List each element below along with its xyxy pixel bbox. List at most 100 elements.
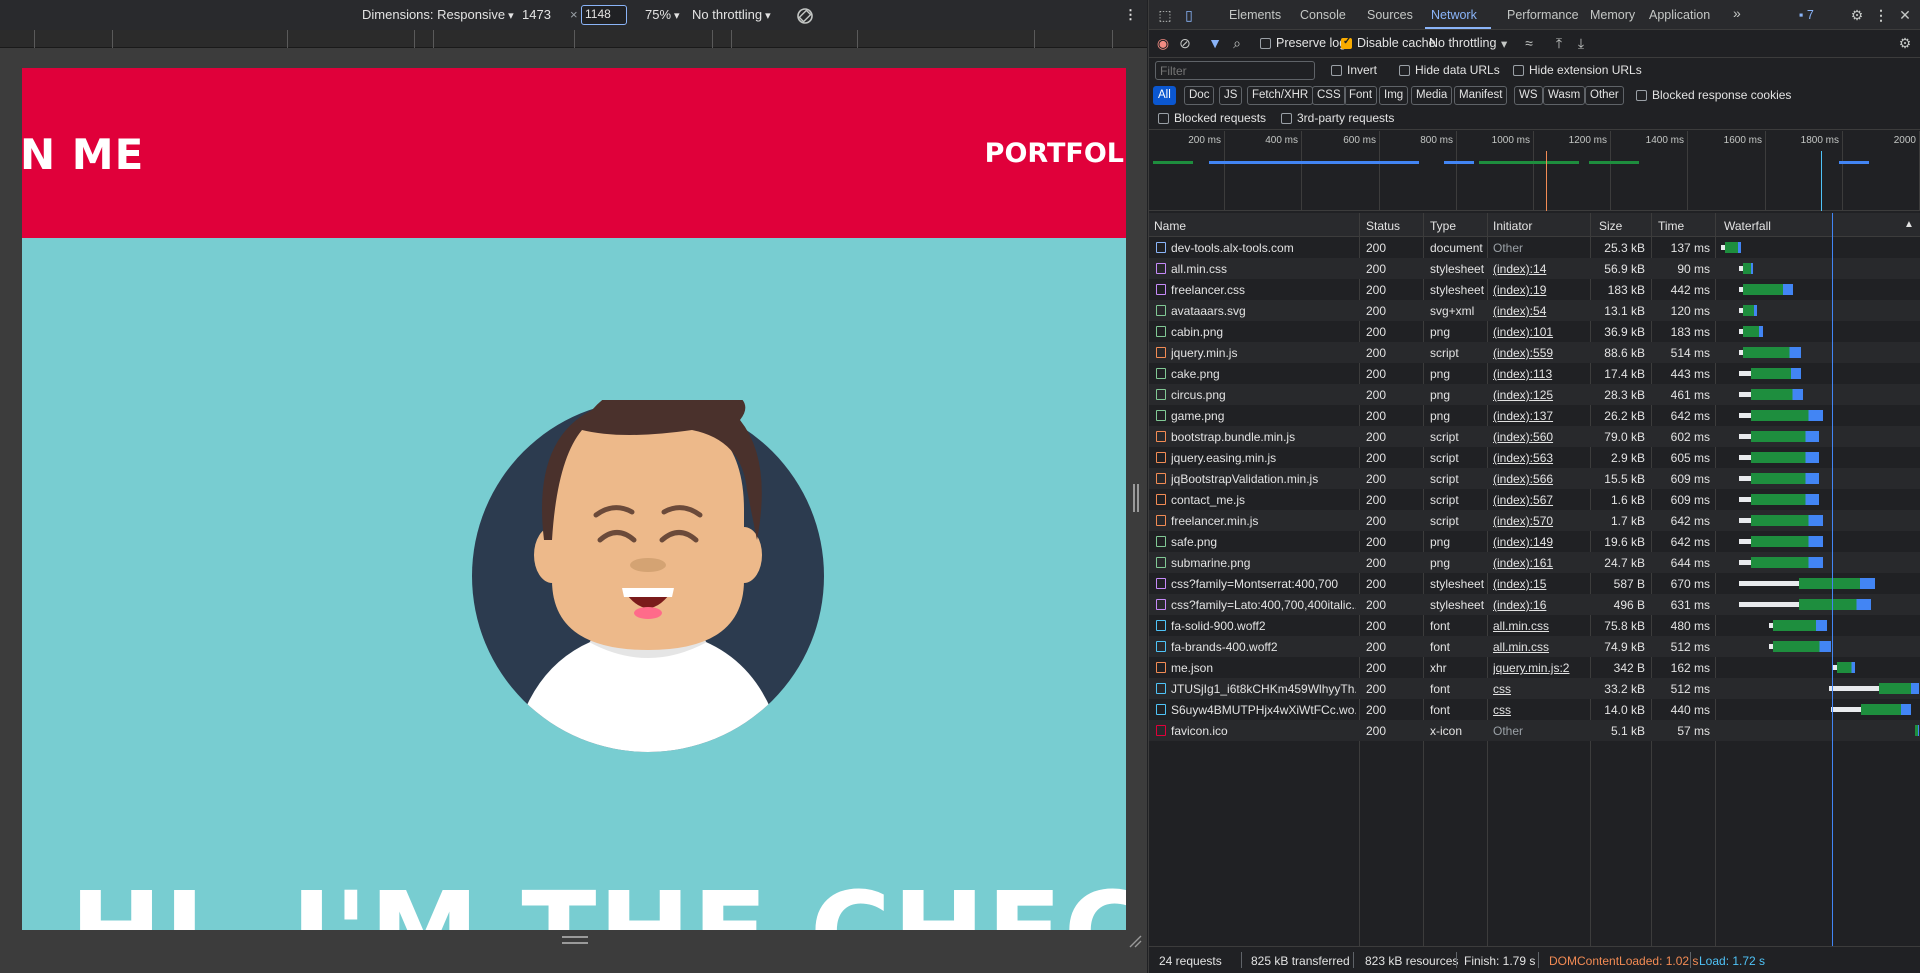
issues-badge[interactable]: ▪ 7: [1799, 8, 1814, 22]
hide-extension-urls-checkbox[interactable]: [1513, 65, 1524, 76]
request-initiator[interactable]: (index):137: [1493, 409, 1585, 423]
network-overview-timeline[interactable]: 200 ms 400 ms 600 ms 800 ms 1000 ms 1200 ms 14…: [1149, 131, 1920, 211]
filter-chip-font[interactable]: Font: [1344, 86, 1378, 105]
table-row[interactable]: jquery.min.js 200 script (index):559 88.6 kB…: [1149, 342, 1920, 363]
search-icon[interactable]: ⌕: [1229, 35, 1245, 51]
request-initiator[interactable]: (index):559: [1493, 346, 1585, 360]
table-row[interactable]: cabin.png 200 png (index):101 36.9 kB 183 ms: [1149, 321, 1920, 342]
request-initiator[interactable]: (index):567: [1493, 493, 1585, 507]
table-row[interactable]: game.png 200 png (index):137 26.2 kB 642 ms: [1149, 405, 1920, 426]
chevron-down-icon[interactable]: ▾: [1501, 36, 1507, 51]
request-initiator[interactable]: css: [1493, 682, 1585, 696]
rotate-icon[interactable]: [796, 7, 814, 28]
table-row[interactable]: freelancer.min.js 200 script (index):570 1.7…: [1149, 510, 1920, 531]
request-initiator[interactable]: css: [1493, 703, 1585, 717]
sort-ascending-icon[interactable]: ▲: [1904, 219, 1914, 230]
filter-chip-img[interactable]: Img: [1379, 86, 1409, 105]
bottom-resize-handle[interactable]: [562, 936, 588, 944]
table-row[interactable]: S6uyw4BMUTPHjx4wXiWtFCc.wo... 200 font css 1…: [1149, 699, 1920, 720]
column-name[interactable]: Name: [1154, 219, 1186, 233]
dimensions-dropdown[interactable]: Dimensions: Responsive: [362, 7, 514, 22]
table-row[interactable]: freelancer.css 200 stylesheet (index):19 183…: [1149, 279, 1920, 300]
column-initiator[interactable]: Initiator: [1493, 219, 1532, 233]
request-initiator[interactable]: (index):54: [1493, 304, 1585, 318]
nav-link-portfolio[interactable]: PORTFOL: [985, 138, 1124, 169]
request-initiator[interactable]: (index):113: [1493, 367, 1585, 381]
close-devtools-icon[interactable]: ✕: [1897, 7, 1913, 23]
tab-memory[interactable]: Memory: [1590, 8, 1635, 22]
network-settings-icon[interactable]: ⚙: [1897, 35, 1913, 51]
filter-chip-ws[interactable]: WS: [1514, 86, 1543, 105]
table-row[interactable]: contact_me.js 200 script (index):567 1.6 kB 6…: [1149, 489, 1920, 510]
right-resize-handle[interactable]: [1133, 484, 1139, 512]
tab-console[interactable]: Console: [1300, 8, 1346, 22]
network-conditions-icon[interactable]: ≈: [1521, 35, 1537, 51]
filter-chip-other[interactable]: Other: [1585, 86, 1624, 105]
height-input[interactable]: 1148: [581, 5, 627, 25]
throttling-dropdown[interactable]: No throttling: [692, 7, 771, 22]
tab-performance[interactable]: Performance: [1507, 8, 1579, 22]
table-row[interactable]: cake.png 200 png (index):113 17.4 kB 443 ms: [1149, 363, 1920, 384]
blocked-requests-checkbox[interactable]: [1158, 113, 1169, 124]
column-status[interactable]: Status: [1366, 219, 1400, 233]
table-row[interactable]: favicon.ico 200 x-icon Other 5.1 kB 57 ms: [1149, 720, 1920, 741]
request-initiator[interactable]: (index):149: [1493, 535, 1585, 549]
table-row[interactable]: bootstrap.bundle.min.js 200 script (index):…: [1149, 426, 1920, 447]
export-har-icon[interactable]: ⤓: [1573, 35, 1589, 51]
settings-gear-icon[interactable]: ⚙: [1849, 7, 1865, 23]
request-initiator[interactable]: (index):14: [1493, 262, 1585, 276]
request-initiator[interactable]: (index):566: [1493, 472, 1585, 486]
clear-icon[interactable]: ⊘: [1177, 35, 1193, 51]
request-initiator[interactable]: (index):161: [1493, 556, 1585, 570]
table-row[interactable]: all.min.css 200 stylesheet (index):14 56.9 k…: [1149, 258, 1920, 279]
filter-chip-css[interactable]: CSS: [1312, 86, 1346, 105]
media-query-ruler[interactable]: [0, 30, 1147, 48]
tab-elements[interactable]: Elements: [1229, 8, 1281, 22]
request-initiator[interactable]: (index):16: [1493, 598, 1585, 612]
invert-checkbox[interactable]: [1331, 65, 1342, 76]
tab-network[interactable]: Network: [1431, 8, 1477, 22]
column-type[interactable]: Type: [1430, 219, 1456, 233]
request-initiator[interactable]: (index):560: [1493, 430, 1585, 444]
more-options-icon[interactable]: ⋮: [1124, 7, 1137, 23]
table-row[interactable]: circus.png 200 png (index):125 28.3 kB 461 ms: [1149, 384, 1920, 405]
request-initiator[interactable]: (index):101: [1493, 325, 1585, 339]
corner-resize-handle[interactable]: [1128, 934, 1142, 948]
column-time[interactable]: Time: [1658, 219, 1684, 233]
table-row[interactable]: fa-brands-400.woff2 200 font all.min.css 74.…: [1149, 636, 1920, 657]
request-initiator[interactable]: (index):19: [1493, 283, 1585, 297]
table-row[interactable]: css?family=Lato:400,700,400italic... 200 s…: [1149, 594, 1920, 615]
table-row[interactable]: submarine.png 200 png (index):161 24.7 kB 644…: [1149, 552, 1920, 573]
device-toggle-icon[interactable]: ▯: [1181, 7, 1197, 23]
filter-chip-wasm[interactable]: Wasm: [1543, 86, 1586, 105]
filter-chip-media[interactable]: Media: [1411, 86, 1453, 105]
filter-chip-js[interactable]: JS: [1219, 86, 1243, 105]
preserve-log-checkbox[interactable]: [1260, 38, 1271, 49]
table-row[interactable]: avataaars.svg 200 svg+xml (index):54 13.1 kB…: [1149, 300, 1920, 321]
filter-chip-fetch-xhr[interactable]: Fetch/XHR: [1247, 86, 1314, 105]
table-row[interactable]: css?family=Montserrat:400,700 200 styleshe…: [1149, 573, 1920, 594]
tab-application[interactable]: Application: [1649, 8, 1710, 22]
inspect-element-icon[interactable]: ⬚: [1157, 7, 1173, 23]
width-input[interactable]: 1473: [522, 7, 551, 22]
disable-cache-checkbox[interactable]: [1341, 36, 1352, 49]
request-initiator[interactable]: jquery.min.js:2: [1493, 661, 1585, 675]
blocked-response-cookies-checkbox[interactable]: [1636, 90, 1647, 101]
request-initiator[interactable]: (index):570: [1493, 514, 1585, 528]
filter-chip-doc[interactable]: Doc: [1184, 86, 1215, 105]
filter-input[interactable]: [1155, 61, 1315, 80]
filter-chip-manifest[interactable]: Manifest: [1454, 86, 1508, 105]
network-throttling-select[interactable]: No throttling: [1429, 36, 1496, 50]
column-size[interactable]: Size: [1599, 219, 1622, 233]
request-initiator[interactable]: all.min.css: [1493, 640, 1585, 654]
request-initiator[interactable]: all.min.css: [1493, 619, 1585, 633]
column-waterfall[interactable]: Waterfall: [1724, 219, 1771, 233]
table-row[interactable]: dev-tools.alx-tools.com 200 document Other 2…: [1149, 237, 1920, 258]
request-initiator[interactable]: (index):125: [1493, 388, 1585, 402]
table-row[interactable]: jqBootstrapValidation.min.js 200 script (in…: [1149, 468, 1920, 489]
zoom-dropdown[interactable]: 75%: [645, 7, 680, 22]
customize-menu-icon[interactable]: ⋮: [1873, 7, 1889, 23]
request-initiator[interactable]: (index):15: [1493, 577, 1585, 591]
filter-chip-all[interactable]: All: [1153, 86, 1176, 105]
table-row[interactable]: jquery.easing.min.js 200 script (index):563…: [1149, 447, 1920, 468]
